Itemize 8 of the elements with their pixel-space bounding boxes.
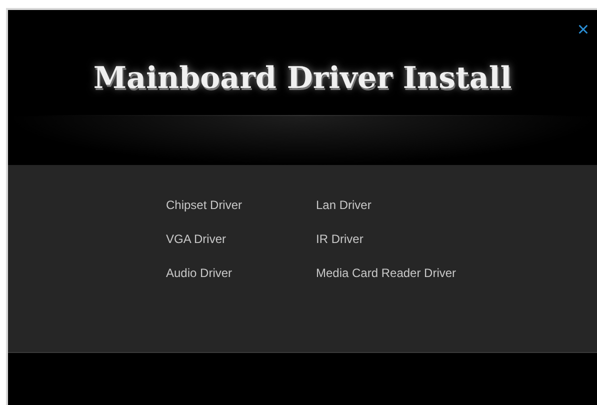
window-title: Mainboard Driver Install — [93, 60, 512, 98]
driver-link[interactable]: Audio Driver — [166, 266, 316, 281]
driver-link[interactable]: Lan Driver — [316, 198, 516, 213]
driver-link[interactable]: Chipset Driver — [166, 198, 316, 213]
driver-link[interactable]: IR Driver — [316, 232, 516, 247]
driver-link[interactable]: Media Card Reader Driver — [316, 266, 516, 281]
close-button[interactable]: × — [573, 20, 593, 40]
driver-link[interactable]: VGA Driver — [166, 232, 316, 247]
